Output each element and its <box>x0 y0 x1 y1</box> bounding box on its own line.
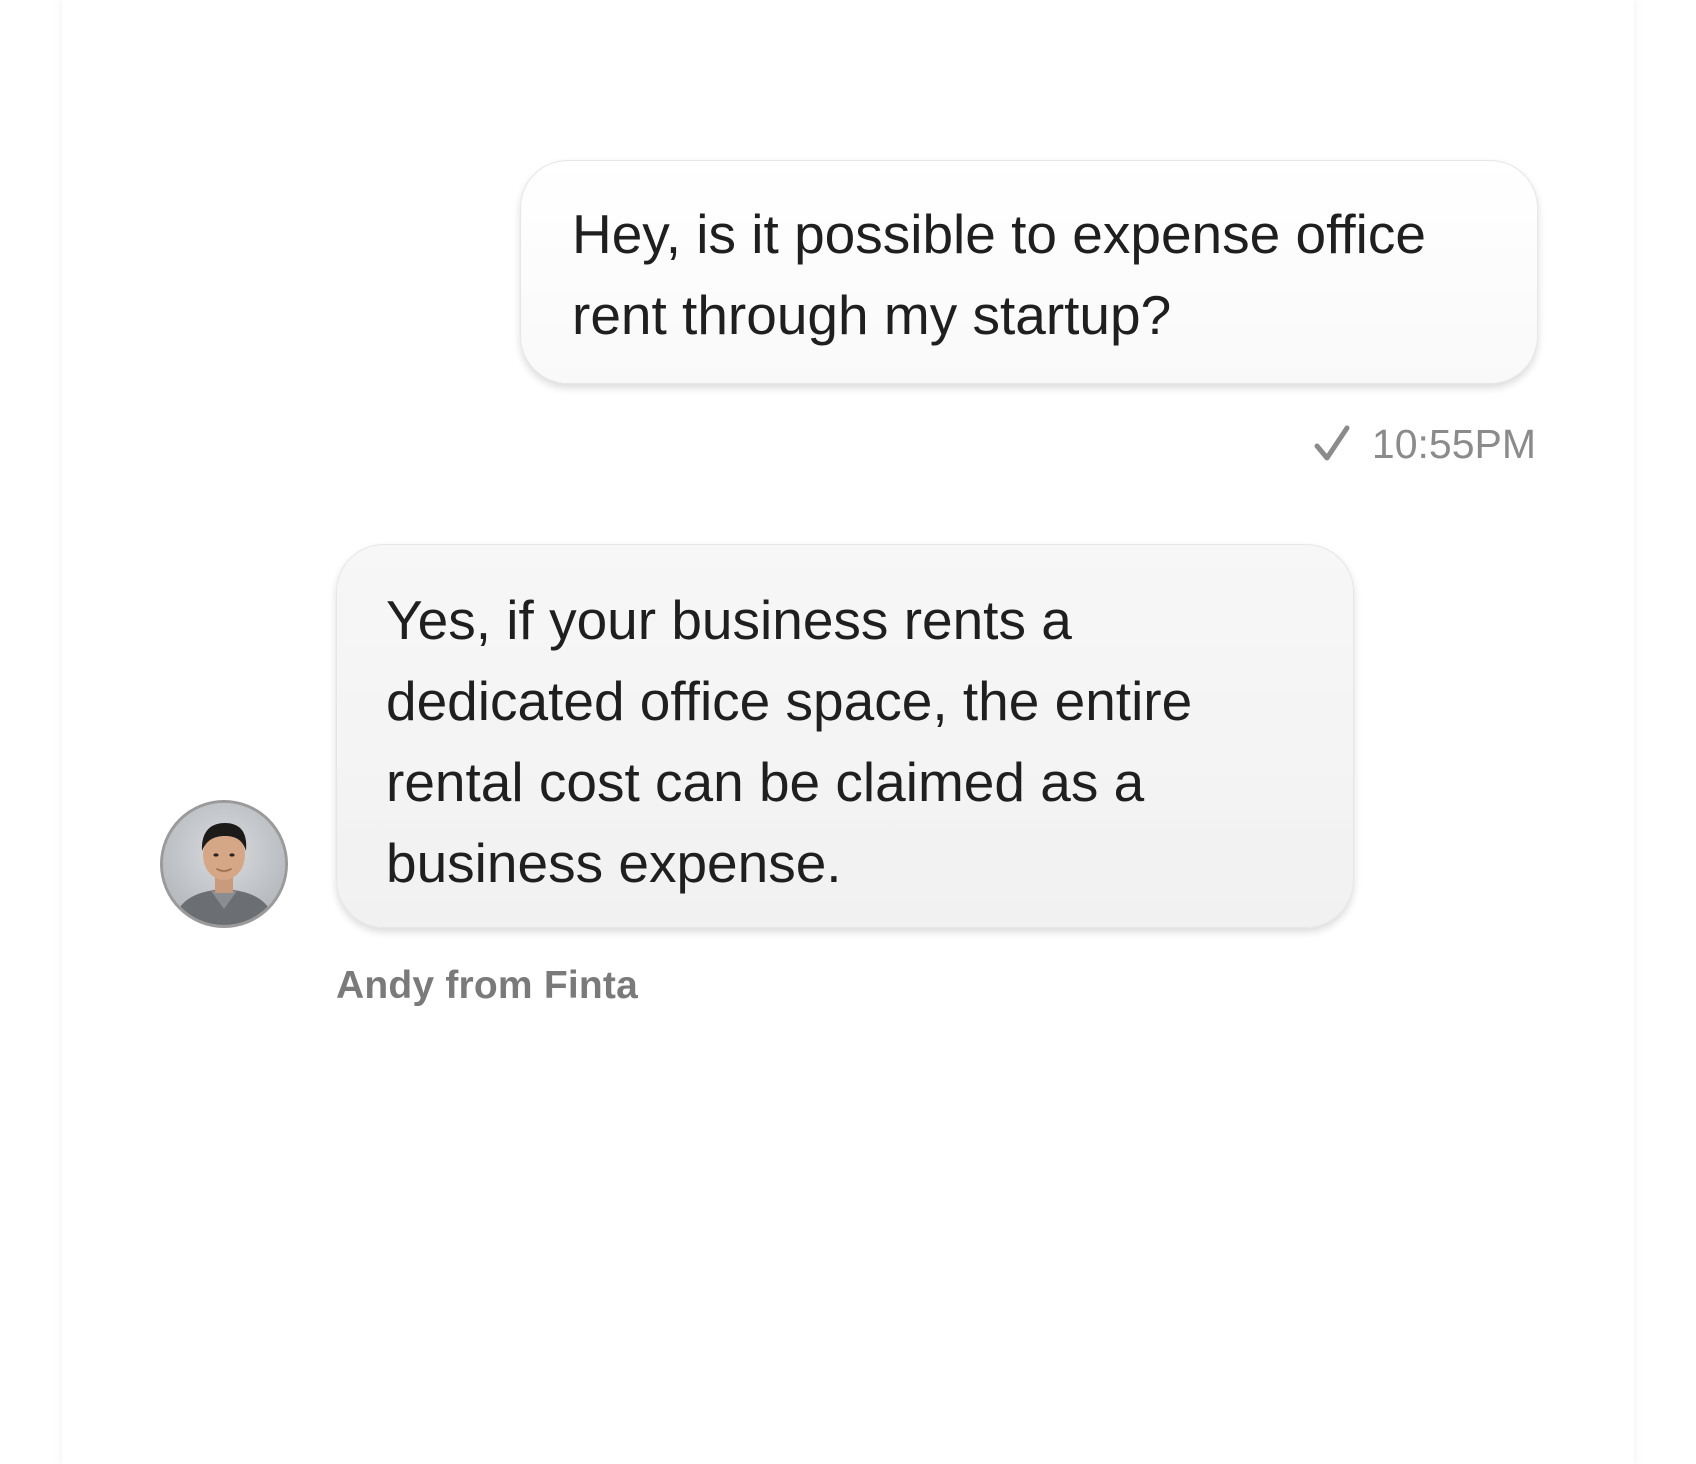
message-text-line: dedicated office space, the entire <box>386 670 1193 732</box>
message-text-line: rent through my startup? <box>572 284 1172 346</box>
message-text-line: Yes, if your business rents a <box>386 589 1072 651</box>
message-timestamp: 10:55PM <box>1371 420 1536 467</box>
message-status: 10:55PM <box>1314 420 1536 468</box>
message-text-line: business expense. <box>386 832 842 894</box>
avatar-photo <box>163 803 285 925</box>
message-text-line: rental cost can be claimed as a <box>386 751 1145 813</box>
outgoing-message-bubble: Hey, is it possible to expense office re… <box>520 160 1538 384</box>
message-text-line: Hey, is it possible to expense office <box>572 203 1426 265</box>
avatar <box>160 800 288 928</box>
check-icon <box>1314 424 1350 464</box>
sender-name: Andy from Finta <box>336 964 638 1007</box>
incoming-message-bubble: Yes, if your business rents a dedicated … <box>336 544 1354 928</box>
